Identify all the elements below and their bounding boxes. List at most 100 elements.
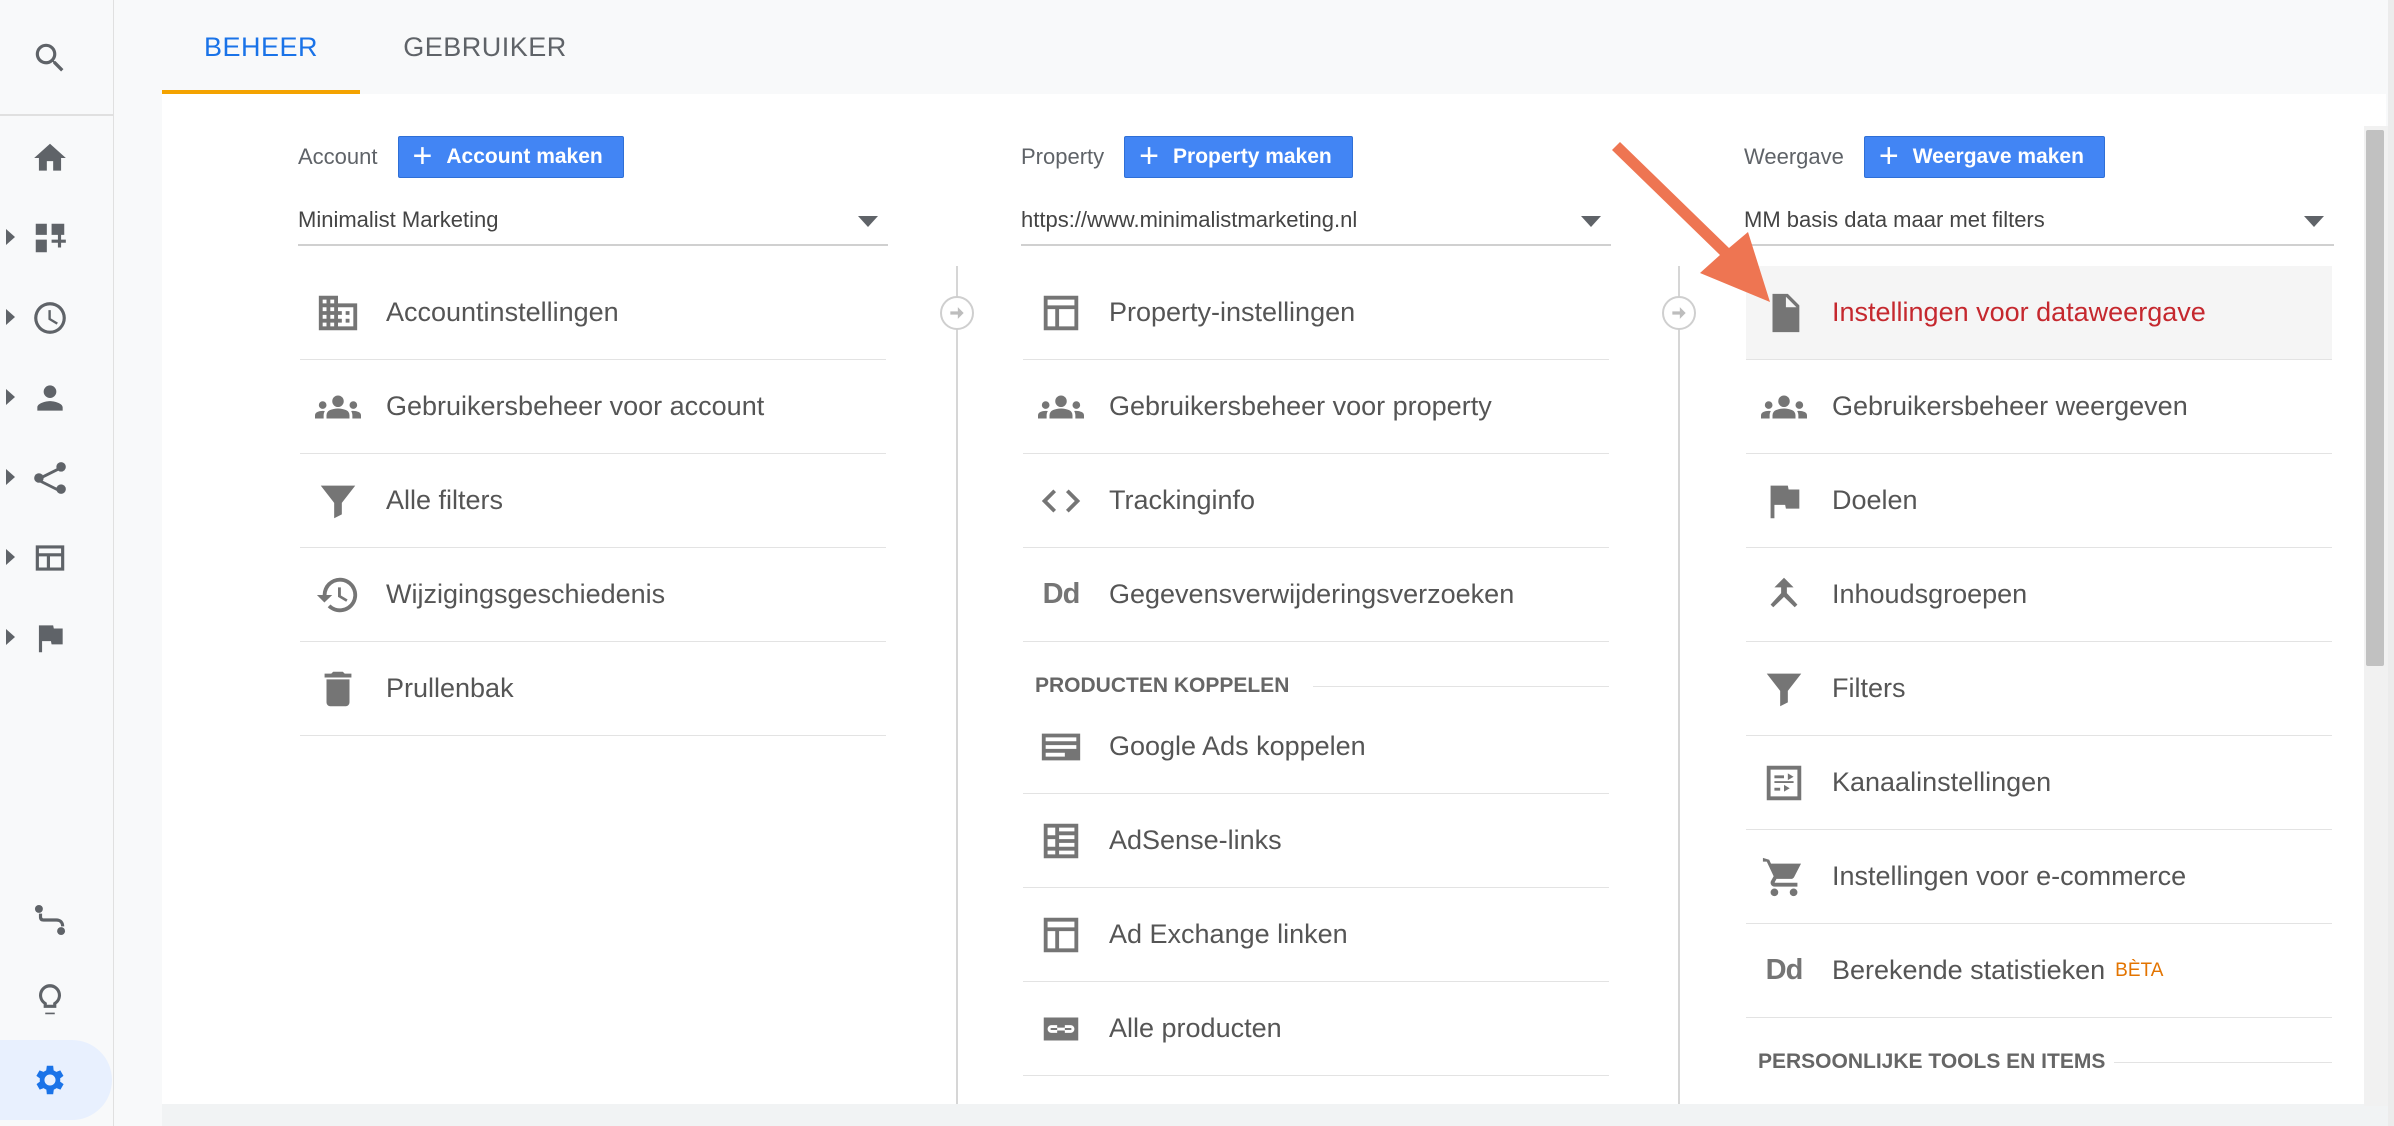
channel-settings-icon — [1758, 757, 1810, 809]
plus-icon: + — [412, 136, 433, 175]
expand-caret[interactable] — [6, 469, 15, 485]
property-column: Property + Property maken https://www.mi… — [1021, 94, 1611, 1104]
create-account-button[interactable]: + Account maken — [397, 136, 624, 178]
channel-settings-item[interactable]: Kanaalinstellingen — [1746, 736, 2332, 830]
dashboard-icon[interactable] — [24, 212, 76, 264]
expand-caret[interactable] — [6, 309, 15, 325]
flag-icon — [1758, 475, 1810, 527]
account-label: Account — [298, 144, 378, 169]
item-label: Trackinginfo — [1109, 485, 1256, 515]
item-label: Wijzigingsgeschiedenis — [386, 579, 666, 609]
property-label: Property — [1021, 144, 1105, 169]
arrow-right-circle-icon — [940, 296, 974, 330]
code-icon — [1035, 475, 1087, 527]
content-groupings-item[interactable]: Inhoudsgroepen — [1746, 548, 2332, 642]
item-label: Filters — [1832, 673, 1906, 703]
behavior-icon[interactable] — [24, 532, 76, 584]
adsense-links-item[interactable]: AdSense-links — [1023, 794, 1609, 888]
admin-panel: Account + Account maken Minimalist Marke… — [162, 94, 2386, 1104]
column-connector-line — [956, 266, 958, 1104]
dropdown-caret-icon — [858, 216, 878, 227]
item-label: Instellingen voor dataweergave — [1832, 297, 2206, 327]
filter-icon — [1758, 663, 1810, 715]
all-filters-item[interactable]: Alle filters — [300, 454, 886, 548]
search-icon[interactable] — [24, 32, 76, 84]
property-header: Property + Property maken — [1021, 136, 1353, 178]
view-selector[interactable]: MM basis data maar met filters — [1744, 196, 2334, 246]
right-edge — [2388, 0, 2394, 1126]
view-user-management-item[interactable]: Gebruikersbeheer weergeven — [1746, 360, 2332, 454]
google-ads-link-item[interactable]: Google Ads koppelen — [1023, 700, 1609, 794]
acquisition-icon[interactable] — [24, 452, 76, 504]
ecommerce-settings-item[interactable]: Instellingen voor e-commerce — [1746, 830, 2332, 924]
trash-icon — [312, 663, 364, 715]
change-history-item[interactable]: Wijzigingsgeschiedenis — [300, 548, 886, 642]
link-icon — [1035, 1003, 1087, 1055]
expand-caret[interactable] — [6, 229, 15, 245]
item-label: Gebruikersbeheer weergeven — [1832, 391, 2188, 421]
annotation-arrow-icon — [1612, 142, 1770, 302]
realtime-clock-icon[interactable] — [24, 292, 76, 344]
section-divider — [2114, 1062, 2332, 1063]
property-user-management-item[interactable]: Gebruikersbeheer voor property — [1023, 360, 1609, 454]
create-property-button[interactable]: + Property maken — [1124, 136, 1353, 178]
item-label: Berekende statistieken — [1832, 955, 2106, 985]
tab-bar: BEHEER GEBRUIKER — [162, 0, 2386, 94]
tab-beheer[interactable]: BEHEER — [162, 0, 360, 94]
history-icon — [312, 569, 364, 621]
tracking-info-item[interactable]: Trackinginfo — [1023, 454, 1609, 548]
all-products-item[interactable]: Alle producten — [1023, 982, 1609, 1076]
item-label: Alle producten — [1109, 1013, 1282, 1043]
ads-icon — [1035, 721, 1087, 773]
create-view-button[interactable]: + Weergave maken — [1863, 136, 2105, 178]
tab-gebruiker[interactable]: GEBRUIKER — [380, 0, 590, 94]
expand-caret[interactable] — [6, 629, 15, 645]
item-label: Property-instellingen — [1109, 297, 1356, 327]
scrollbar-thumb[interactable] — [2366, 130, 2384, 666]
home-icon[interactable] — [24, 132, 76, 184]
attribution-icon[interactable] — [24, 894, 76, 946]
adsense-icon — [1035, 815, 1087, 867]
create-property-label: Property maken — [1173, 145, 1332, 168]
column-connector-line — [1678, 266, 1680, 1104]
property-settings-item[interactable]: Property-instellingen — [1023, 266, 1609, 360]
cart-icon — [1758, 851, 1810, 903]
account-settings-item[interactable]: Accountinstellingen — [300, 266, 886, 360]
view-column: Weergave + Weergave maken MM basis data … — [1744, 94, 2334, 1104]
beta-badge: BÈTA — [2115, 959, 2164, 981]
people-icon — [1758, 381, 1810, 433]
discover-lightbulb-icon[interactable] — [24, 974, 76, 1026]
bottom-strip — [162, 1104, 2394, 1126]
item-label: Alle filters — [386, 485, 504, 515]
view-settings-item[interactable]: Instellingen voor dataweergave — [1746, 266, 2332, 360]
calculated-metrics-item[interactable]: Dd Berekende statistieken BÈTA — [1746, 924, 2332, 1018]
section-heading: PERSOONLIJKE TOOLS EN ITEMS — [1758, 1050, 2106, 1073]
goals-item[interactable]: Doelen — [1746, 454, 2332, 548]
conversions-flag-icon[interactable] — [24, 612, 76, 664]
item-label: Prullenbak — [386, 673, 514, 703]
account-user-management-item[interactable]: Gebruikersbeheer voor account — [300, 360, 886, 454]
expand-caret[interactable] — [6, 549, 15, 565]
audience-person-icon[interactable] — [24, 372, 76, 424]
item-label: Gegevensverwijderingsverzoeken — [1109, 579, 1515, 609]
item-label: Doelen — [1832, 485, 1918, 515]
data-deletion-requests-item[interactable]: Dd Gegevensverwijderingsverzoeken — [1023, 548, 1609, 642]
property-selector[interactable]: https://www.minimalistmarketing.nl — [1021, 196, 1611, 246]
account-selected: Minimalist Marketing — [298, 207, 499, 232]
admin-gear-icon[interactable] — [24, 1054, 76, 1106]
item-label: Gebruikersbeheer voor property — [1109, 391, 1492, 421]
expand-caret[interactable] — [6, 389, 15, 405]
item-label: Instellingen voor e-commerce — [1832, 861, 2187, 891]
filters-item[interactable]: Filters — [1746, 642, 2332, 736]
item-label: Gebruikersbeheer voor account — [386, 391, 765, 421]
account-header: Account + Account maken — [298, 136, 624, 178]
account-selector[interactable]: Minimalist Marketing — [298, 196, 888, 246]
create-view-label: Weergave maken — [1912, 145, 2084, 168]
item-label: AdSense-links — [1109, 825, 1282, 855]
left-navigation — [0, 0, 114, 1126]
dropdown-caret-icon — [1581, 216, 1601, 227]
view-selected: MM basis data maar met filters — [1744, 207, 2045, 232]
ad-exchange-link-item[interactable]: Ad Exchange linken — [1023, 888, 1609, 982]
dropdown-caret-icon — [2304, 216, 2324, 227]
trash-item[interactable]: Prullenbak — [300, 642, 886, 736]
